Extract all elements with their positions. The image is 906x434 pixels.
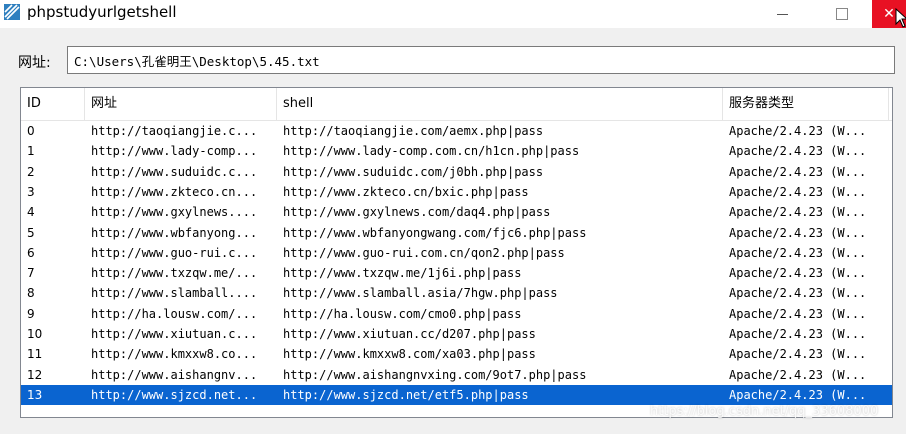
cell-server-type: Apache/2.4.23 (W... [729, 347, 867, 362]
cell-shell: http://taoqiangjie.com/aemx.php|pass [283, 124, 544, 138]
cell-id: 0 [27, 124, 35, 138]
app-icon [4, 4, 20, 20]
cell-id: 1 [27, 144, 35, 159]
table-row[interactable]: 10 http://www.xiutuan.c... http://www.xiut… [21, 324, 892, 344]
cell-shell: http://www.txzqw.me/1j6i.php|pass [283, 266, 522, 281]
table-row[interactable]: 2 http://www.suduidc.c... http://www.sudui… [21, 162, 892, 182]
table-row[interactable]: 7 http://www.txzqw.me/... http://www.txzqw… [21, 263, 892, 283]
cell-url: http://www.guo-rui.c... [91, 245, 258, 260]
cell-id: 13 [27, 387, 43, 402]
cell-url: http://www.zkteco.cn... [91, 184, 258, 199]
table-row[interactable]: 13 http://www.sjzcd.net... http://www.sjzc… [21, 384, 892, 405]
cell-server-type: Apache/2.4.23 (W... [729, 367, 867, 382]
column-header-server-type[interactable]: 服务器类型 [723, 88, 889, 120]
cell-id: 10 [27, 327, 43, 341]
cell-url: http://www.wbfanyong... [91, 225, 258, 240]
cell-server-type: Apache/2.4.23 (W... [729, 306, 867, 321]
cell-url: http://www.aishangnv... [91, 367, 258, 382]
cell-shell: http://www.aishangnvxing.com/9ot7.php|pa… [283, 367, 587, 382]
cell-url: http://www.txzqw.me/... [91, 266, 258, 281]
window-title: phpstudyurlgetshell [27, 3, 177, 21]
cell-id: 12 [27, 367, 43, 382]
cell-shell: http://www.zkteco.cn/bxic.php|pass [283, 184, 529, 199]
cell-server-type: Apache/2.4.23 (W... [729, 327, 867, 341]
mouse-cursor-icon [895, 8, 906, 28]
cell-server-type: Apache/2.4.23 (W... [729, 124, 867, 138]
cell-shell: http://www.gxylnews.com/daq4.php|pass [283, 205, 551, 220]
minimize-button[interactable] [760, 0, 804, 28]
cell-shell: http://www.guo-rui.com.cn/qon2.php|pass [283, 245, 565, 260]
cell-id: 7 [27, 266, 35, 281]
cell-server-type: Apache/2.4.23 (W... [729, 387, 867, 402]
maximize-button[interactable] [820, 0, 864, 28]
watermark: https://blog.csdn.net/qq_33608000 [650, 404, 879, 419]
cell-server-type: Apache/2.4.23 (W... [729, 245, 867, 260]
cell-shell: http://www.sjzcd.net/etf5.php|pass [283, 387, 529, 402]
cell-server-type: Apache/2.4.23 (W... [729, 286, 867, 301]
table-row[interactable]: 12 http://www.aishangnv... http://www.aish… [21, 365, 892, 385]
cell-server-type: Apache/2.4.23 (W... [729, 184, 867, 199]
cell-url: http://www.sjzcd.net... [91, 387, 258, 402]
cell-url: http://ha.lousw.com/... [91, 306, 258, 321]
maximize-icon [836, 8, 848, 20]
cell-shell: http://www.xiutuan.cc/d207.php|pass [283, 327, 536, 341]
cell-shell: http://ha.lousw.com/cmo0.php|pass [283, 306, 522, 321]
minimize-icon [776, 13, 788, 15]
cell-id: 5 [27, 225, 35, 240]
column-header-url[interactable]: 网址 [85, 88, 277, 120]
table-row[interactable]: 1 http://www.lady-comp... http://www.lady-… [21, 141, 892, 161]
cell-url: http://taoqiangjie.c... [91, 124, 258, 138]
cell-url: http://www.gxylnews.... [91, 205, 258, 220]
cell-shell: http://www.slamball.asia/7hgw.php|pass [283, 286, 558, 301]
table-row[interactable]: 6 http://www.guo-rui.c... http://www.guo-r… [21, 243, 892, 263]
table-row[interactable]: 5 http://www.wbfanyong... http://www.wbfan… [21, 223, 892, 243]
cell-id: 6 [27, 245, 35, 260]
cell-url: http://www.suduidc.c... [91, 164, 258, 179]
cell-shell: http://www.suduidc.com/j0bh.php|pass [283, 164, 544, 179]
cell-server-type: Apache/2.4.23 (W... [729, 164, 867, 179]
table-row[interactable]: 4 http://www.gxylnews.... http://www.gxyln… [21, 202, 892, 222]
cell-url: http://www.slamball.... [91, 286, 258, 301]
url-input[interactable] [67, 46, 895, 74]
cell-id: 9 [27, 306, 35, 321]
cell-shell: http://www.wbfanyongwang.com/fjc6.php|pa… [283, 225, 587, 240]
cell-id: 2 [27, 164, 35, 179]
cell-server-type: Apache/2.4.23 (W... [729, 144, 867, 159]
table-row[interactable]: 11 http://www.kmxxw8.co... http://www.kmxx… [21, 344, 892, 364]
cell-id: 3 [27, 184, 35, 199]
table-row[interactable]: 0 http://taoqiangjie.c... http://taoqiangj… [21, 121, 892, 141]
column-header-id[interactable]: ID [21, 88, 85, 120]
cell-url: http://www.xiutuan.c... [91, 327, 258, 341]
close-icon: ✕ [883, 6, 895, 22]
cell-shell: http://www.lady-comp.com.cn/h1cn.php|pas… [283, 144, 580, 159]
table-row[interactable]: 9 http://ha.lousw.com/... http://ha.lousw.… [21, 304, 892, 324]
cell-id: 11 [27, 347, 43, 362]
cell-url: http://www.lady-comp... [91, 144, 258, 159]
list-header: ID 网址 shell 服务器类型 [21, 88, 892, 121]
column-header-shell[interactable]: shell [277, 88, 723, 120]
cell-shell: http://www.kmxxw8.com/xa03.php|pass [283, 347, 536, 362]
table-row[interactable]: 8 http://www.slamball.... http://www.slamb… [21, 283, 892, 303]
cell-server-type: Apache/2.4.23 (W... [729, 205, 867, 220]
cell-server-type: Apache/2.4.23 (W... [729, 225, 867, 240]
url-label: 网址: [18, 55, 51, 71]
title-bar[interactable]: phpstudyurlgetshell ✕ [0, 0, 906, 28]
cell-server-type: Apache/2.4.23 (W... [729, 266, 867, 281]
table-row[interactable]: 3 http://www.zkteco.cn... http://www.zktec… [21, 182, 892, 202]
cell-id: 4 [27, 205, 35, 220]
cell-url: http://www.kmxxw8.co... [91, 347, 258, 362]
cell-id: 8 [27, 286, 35, 301]
results-list[interactable]: ID 网址 shell 服务器类型 0 http://taoqiangjie.c.… [20, 87, 893, 418]
